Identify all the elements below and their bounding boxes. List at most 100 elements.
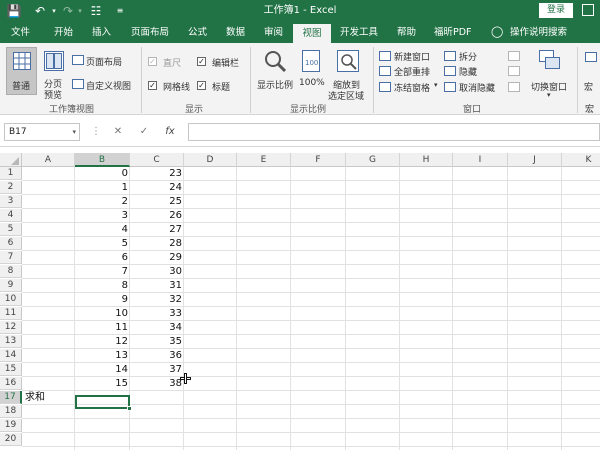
more-options-icon[interactable]: ⋮: [88, 123, 104, 141]
cell-c2[interactable]: 24: [130, 181, 184, 194]
cell-b5[interactable]: 4: [75, 223, 130, 236]
cell-b4[interactable]: 3: [75, 209, 130, 222]
tab-insert[interactable]: 插入: [92, 22, 111, 43]
cell-b16[interactable]: 15: [75, 377, 130, 390]
cell-b3[interactable]: 2: [75, 195, 130, 208]
selected-cell-b17[interactable]: [75, 395, 130, 409]
gridlines-checkbox[interactable]: ✓ 网格线: [148, 80, 196, 93]
cell-b15[interactable]: 14: [75, 363, 130, 376]
insert-function-icon[interactable]: fx: [162, 123, 178, 141]
column-header-e[interactable]: E: [237, 153, 291, 167]
worksheet-grid[interactable]: ABCDEFGHIJK 1 2 3 4 5 6 7 8 9 10 11 12 13 14 15 16 17 18 1…: [0, 153, 600, 450]
tab-view[interactable]: 视图: [293, 24, 331, 43]
cell-c15[interactable]: 37: [130, 363, 184, 376]
column-header-b[interactable]: B: [75, 153, 130, 167]
cell-c4[interactable]: 26: [130, 209, 184, 222]
cell-c12[interactable]: 34: [130, 321, 184, 334]
reset-window-position-icon[interactable]: [508, 82, 520, 92]
zoom-to-selection-button[interactable]: 缩放到 选定区域: [328, 47, 368, 102]
row-header-16[interactable]: 16: [0, 377, 22, 390]
cell-c16[interactable]: 38: [130, 377, 184, 390]
cell-c14[interactable]: 36: [130, 349, 184, 362]
row-header-18[interactable]: 18: [0, 405, 22, 418]
row-header-12[interactable]: 12: [0, 321, 22, 334]
row-header-1[interactable]: 1: [0, 167, 22, 180]
row-header-13[interactable]: 13: [0, 335, 22, 348]
cell-b14[interactable]: 13: [75, 349, 130, 362]
row-header-17[interactable]: 17: [0, 391, 22, 404]
cell-c8[interactable]: 30: [130, 265, 184, 278]
row-header-2[interactable]: 2: [0, 181, 22, 194]
row-header-11[interactable]: 11: [0, 307, 22, 320]
cell-c9[interactable]: 31: [130, 279, 184, 292]
row-header-6[interactable]: 6: [0, 237, 22, 250]
column-header-d[interactable]: D: [184, 153, 237, 167]
new-window-button[interactable]: 新建窗口: [379, 50, 439, 63]
cell-c1[interactable]: 23: [130, 167, 184, 180]
restore-window-icon[interactable]: [582, 4, 594, 16]
row-header-7[interactable]: 7: [0, 251, 22, 264]
login-button[interactable]: 登录: [539, 3, 573, 18]
tab-developer[interactable]: 开发工具: [340, 22, 378, 43]
cell-c7[interactable]: 29: [130, 251, 184, 264]
custom-views-button[interactable]: 自定义视图: [72, 78, 138, 92]
macros-button[interactable]: 宏 宏: [582, 47, 600, 113]
row-header-15[interactable]: 15: [0, 363, 22, 376]
save-icon[interactable]: 💾: [6, 3, 22, 19]
fill-handle[interactable]: [127, 406, 132, 411]
column-header-j[interactable]: J: [508, 153, 562, 167]
cell-b9[interactable]: 8: [75, 279, 130, 292]
tab-foxit-pdf[interactable]: 福昕PDF: [434, 22, 472, 43]
row-header-10[interactable]: 10: [0, 293, 22, 306]
tab-file[interactable]: 文件: [11, 22, 30, 43]
cell-b6[interactable]: 5: [75, 237, 130, 250]
customize-quick-access-icon[interactable]: ≡: [112, 3, 128, 19]
cell-b8[interactable]: 7: [75, 265, 130, 278]
column-header-g[interactable]: G: [346, 153, 400, 167]
cell-c5[interactable]: 27: [130, 223, 184, 236]
name-box[interactable]: B17 ▾: [4, 123, 80, 141]
cell-b11[interactable]: 10: [75, 307, 130, 320]
column-header-a[interactable]: A: [22, 153, 75, 167]
cell-b2[interactable]: 1: [75, 181, 130, 194]
cell-b1[interactable]: 0: [75, 167, 130, 180]
page-break-preview-button[interactable]: 分页 预览: [40, 47, 68, 101]
row-header-14[interactable]: 14: [0, 349, 22, 362]
synchronous-scrolling-icon[interactable]: [508, 66, 520, 76]
select-all-button[interactable]: [0, 153, 22, 167]
cell-b12[interactable]: 11: [75, 321, 130, 334]
view-side-by-side-icon[interactable]: [508, 51, 520, 61]
cell-a17[interactable]: 求和: [22, 391, 75, 404]
tab-page-layout[interactable]: 页面布局: [131, 22, 169, 43]
freeze-panes-button[interactable]: 冻结窗格 ▾: [379, 81, 443, 94]
unhide-button[interactable]: 取消隐藏: [444, 81, 500, 94]
cell-c10[interactable]: 32: [130, 293, 184, 306]
row-header-9[interactable]: 9: [0, 279, 22, 292]
cell-c6[interactable]: 28: [130, 237, 184, 250]
cell-c13[interactable]: 35: [130, 335, 184, 348]
tab-home[interactable]: 开始: [54, 22, 73, 43]
tab-review[interactable]: 审阅: [264, 22, 283, 43]
print-preview-icon[interactable]: ☷: [88, 3, 104, 19]
tell-me-search[interactable]: 操作说明搜索: [510, 22, 567, 43]
column-header-c[interactable]: C: [130, 153, 184, 167]
column-header-i[interactable]: I: [453, 153, 508, 167]
cell-b7[interactable]: 6: [75, 251, 130, 264]
redo-dropdown-icon[interactable]: ▾: [72, 3, 88, 19]
column-header-f[interactable]: F: [291, 153, 346, 167]
formula-input[interactable]: [188, 123, 600, 141]
normal-view-button[interactable]: 普通: [6, 47, 37, 95]
row-header-19[interactable]: 19: [0, 419, 22, 432]
cell-b10[interactable]: 9: [75, 293, 130, 306]
cell-b13[interactable]: 12: [75, 335, 130, 348]
zoom-button[interactable]: 显示比例: [255, 47, 295, 99]
tab-data[interactable]: 数据: [226, 22, 245, 43]
column-header-h[interactable]: H: [400, 153, 453, 167]
tab-formulas[interactable]: 公式: [188, 22, 207, 43]
split-button[interactable]: 拆分: [444, 50, 488, 63]
enter-icon[interactable]: ✓: [136, 123, 152, 141]
hide-button[interactable]: 隐藏: [444, 65, 488, 78]
cell-c3[interactable]: 25: [130, 195, 184, 208]
formula-bar-checkbox[interactable]: ✓ 编辑栏: [197, 56, 245, 69]
row-header-20[interactable]: 20: [0, 433, 22, 446]
